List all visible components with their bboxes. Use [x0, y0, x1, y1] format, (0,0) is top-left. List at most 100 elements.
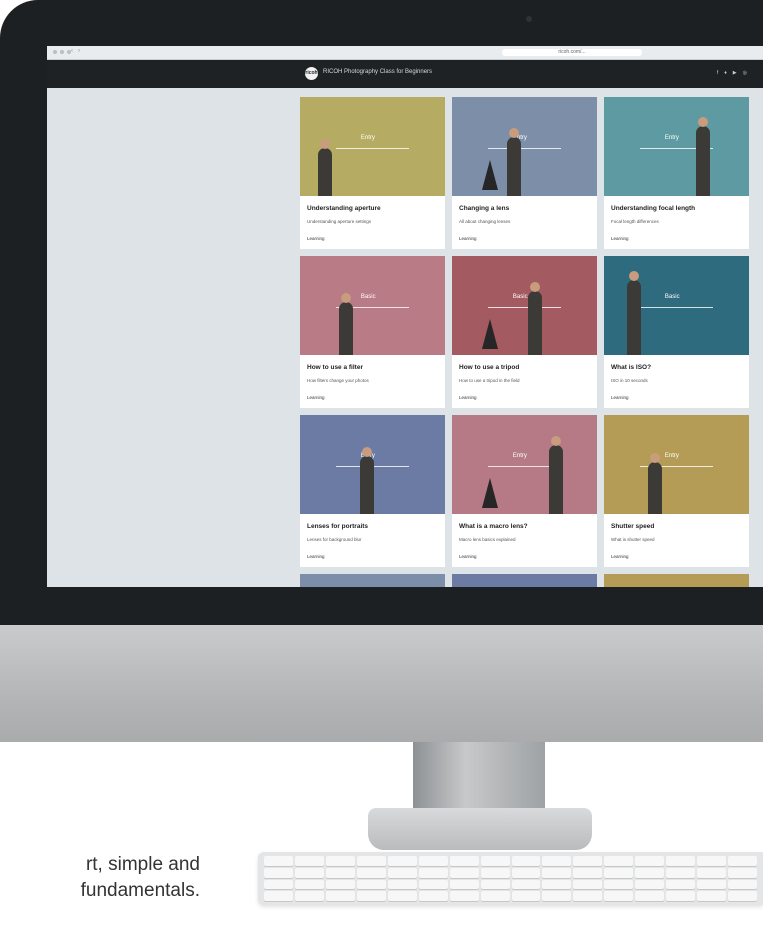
lesson-title[interactable]: Understanding focal length — [611, 205, 695, 212]
keyboard-key — [604, 867, 634, 878]
site-logo[interactable]: ricoh — [305, 67, 318, 80]
title-divider — [488, 307, 561, 309]
lesson-subtitle: Focal length differences — [611, 219, 659, 224]
keyboard-key — [387, 856, 417, 866]
keyboard-key — [325, 867, 355, 878]
caption-line-1: rt, simple and — [85, 854, 200, 875]
lesson-thumbnail[interactable]: Entry — [300, 97, 445, 196]
lesson-thumbnail[interactable]: Entry — [604, 97, 749, 196]
lesson-grid: Entry Understanding aperture Understanding… — [300, 97, 749, 587]
keyboard-key — [728, 856, 757, 866]
lesson-card[interactable]: Entry Changing a lens All about changing l… — [452, 97, 597, 249]
level-tag: Basic — [512, 293, 528, 300]
youtube-icon[interactable]: ▶ — [733, 70, 737, 76]
keyboard-key — [418, 856, 448, 866]
monitor-chin — [0, 625, 763, 742]
lesson-title[interactable]: What is a macro lens? — [459, 523, 528, 530]
keyboard-key — [511, 867, 541, 878]
model-figure — [507, 128, 521, 196]
lesson-title[interactable]: Lenses for portraits — [307, 523, 368, 530]
keyboard-key — [294, 856, 324, 866]
lesson-card[interactable]: Basic How to use a filter How filters chan… — [300, 256, 445, 408]
keyboard-key — [728, 879, 757, 890]
twitter-icon[interactable]: ♦ — [724, 70, 727, 76]
webcam — [526, 16, 532, 22]
keyboard-key — [635, 856, 665, 866]
lesson-title[interactable]: How to use a tripod — [459, 364, 519, 371]
lesson-title[interactable]: Understanding aperture — [307, 205, 381, 212]
instagram-icon[interactable]: ◎ — [743, 70, 747, 76]
lesson-card[interactable]: Entry Understanding aperture Understanding… — [300, 97, 445, 249]
lesson-title[interactable]: What is ISO? — [611, 364, 651, 371]
lesson-thumbnail[interactable]: Entry — [604, 415, 749, 514]
monitor-stand-base — [368, 808, 592, 850]
lesson-subtitle: What is shutter speed — [611, 537, 655, 542]
lesson-card[interactable]: Basic How to use a tripod How to use a tri… — [452, 256, 597, 408]
lesson-card[interactable]: Entry Lenses for portraits Lenses for back… — [300, 415, 445, 567]
lesson-thumbnail[interactable]: Basic — [604, 256, 749, 355]
facebook-icon[interactable]: f — [717, 70, 718, 76]
keyboard-key — [325, 856, 355, 866]
keyboard-key — [666, 891, 696, 901]
keyboard-key — [294, 879, 324, 890]
model-figure — [318, 139, 332, 196]
keyboard-key — [480, 879, 510, 890]
lesson-title[interactable]: Shutter speed — [611, 523, 654, 530]
keyboard-key — [542, 856, 572, 866]
lesson-title[interactable]: Changing a lens — [459, 205, 509, 212]
window-controls[interactable] — [53, 50, 71, 54]
lesson-card-partial[interactable] — [452, 574, 597, 587]
keyboard-key — [264, 891, 293, 901]
keyboard-key — [418, 879, 448, 890]
forward-arrow-icon[interactable]: › — [78, 48, 80, 54]
lesson-card[interactable]: Entry Shutter speed What is shutter speed L… — [604, 415, 749, 567]
lesson-card[interactable]: Entry What is a macro lens? Macro lens bas… — [452, 415, 597, 567]
model-figure — [696, 117, 710, 196]
keyboard-key — [635, 879, 665, 890]
keyboard-key — [294, 891, 324, 901]
model-figure — [549, 436, 563, 514]
caption-line-2: fundamentals. — [80, 880, 200, 901]
lesson-category: Learning — [459, 395, 477, 400]
back-arrow-icon[interactable]: ‹ — [71, 48, 73, 54]
model-figure — [627, 271, 641, 355]
lesson-subtitle: How to use a tripod in the field — [459, 378, 520, 383]
lesson-thumbnail[interactable]: Basic — [300, 256, 445, 355]
keyboard-key — [666, 856, 696, 866]
monitor-stand — [413, 742, 545, 812]
lesson-card-partial[interactable] — [300, 574, 445, 587]
title-divider — [488, 148, 561, 150]
site-title[interactable]: RICOH Photography Class for Beginners — [323, 69, 432, 75]
keyboard-key — [264, 867, 293, 878]
lesson-card[interactable]: Entry Understanding focal length Focal len… — [604, 97, 749, 249]
lesson-card[interactable]: Basic What is ISO? ISO in 10 seconds Learni… — [604, 256, 749, 408]
title-divider — [640, 307, 713, 309]
keyboard-key — [573, 867, 603, 878]
keyboard-key — [697, 867, 727, 878]
address-bar[interactable]: ricoh.com/... — [502, 49, 642, 56]
keyboard-key — [294, 867, 324, 878]
lesson-subtitle: ISO in 10 seconds — [611, 378, 648, 383]
social-links: f ♦ ▶ ◎ — [717, 70, 747, 76]
lesson-thumbnail[interactable]: Entry — [452, 415, 597, 514]
lesson-thumbnail[interactable]: Entry — [300, 415, 445, 514]
lesson-title[interactable]: How to use a filter — [307, 364, 363, 371]
lesson-thumbnail[interactable]: Basic — [452, 256, 597, 355]
keyboard-key — [635, 891, 665, 901]
tripod-figure — [482, 319, 498, 349]
keyboard-key — [325, 891, 355, 901]
keyboard-key — [480, 891, 510, 901]
lesson-subtitle: Macro lens basics explained — [459, 537, 516, 542]
lesson-category: Learning — [307, 395, 325, 400]
lesson-card-partial[interactable] — [604, 574, 749, 587]
browser-toolbar: ‹ › ricoh.com/... — [47, 46, 763, 60]
keyboard-key — [449, 856, 479, 866]
keyboard-key — [511, 856, 541, 866]
keyboard-key — [666, 867, 696, 878]
keyboard-key — [264, 879, 293, 890]
keyboard-key — [604, 879, 634, 890]
keyboard-key — [573, 856, 603, 866]
model-figure — [360, 447, 374, 514]
level-tag: Entry — [664, 452, 679, 459]
lesson-thumbnail[interactable]: Entry — [452, 97, 597, 196]
